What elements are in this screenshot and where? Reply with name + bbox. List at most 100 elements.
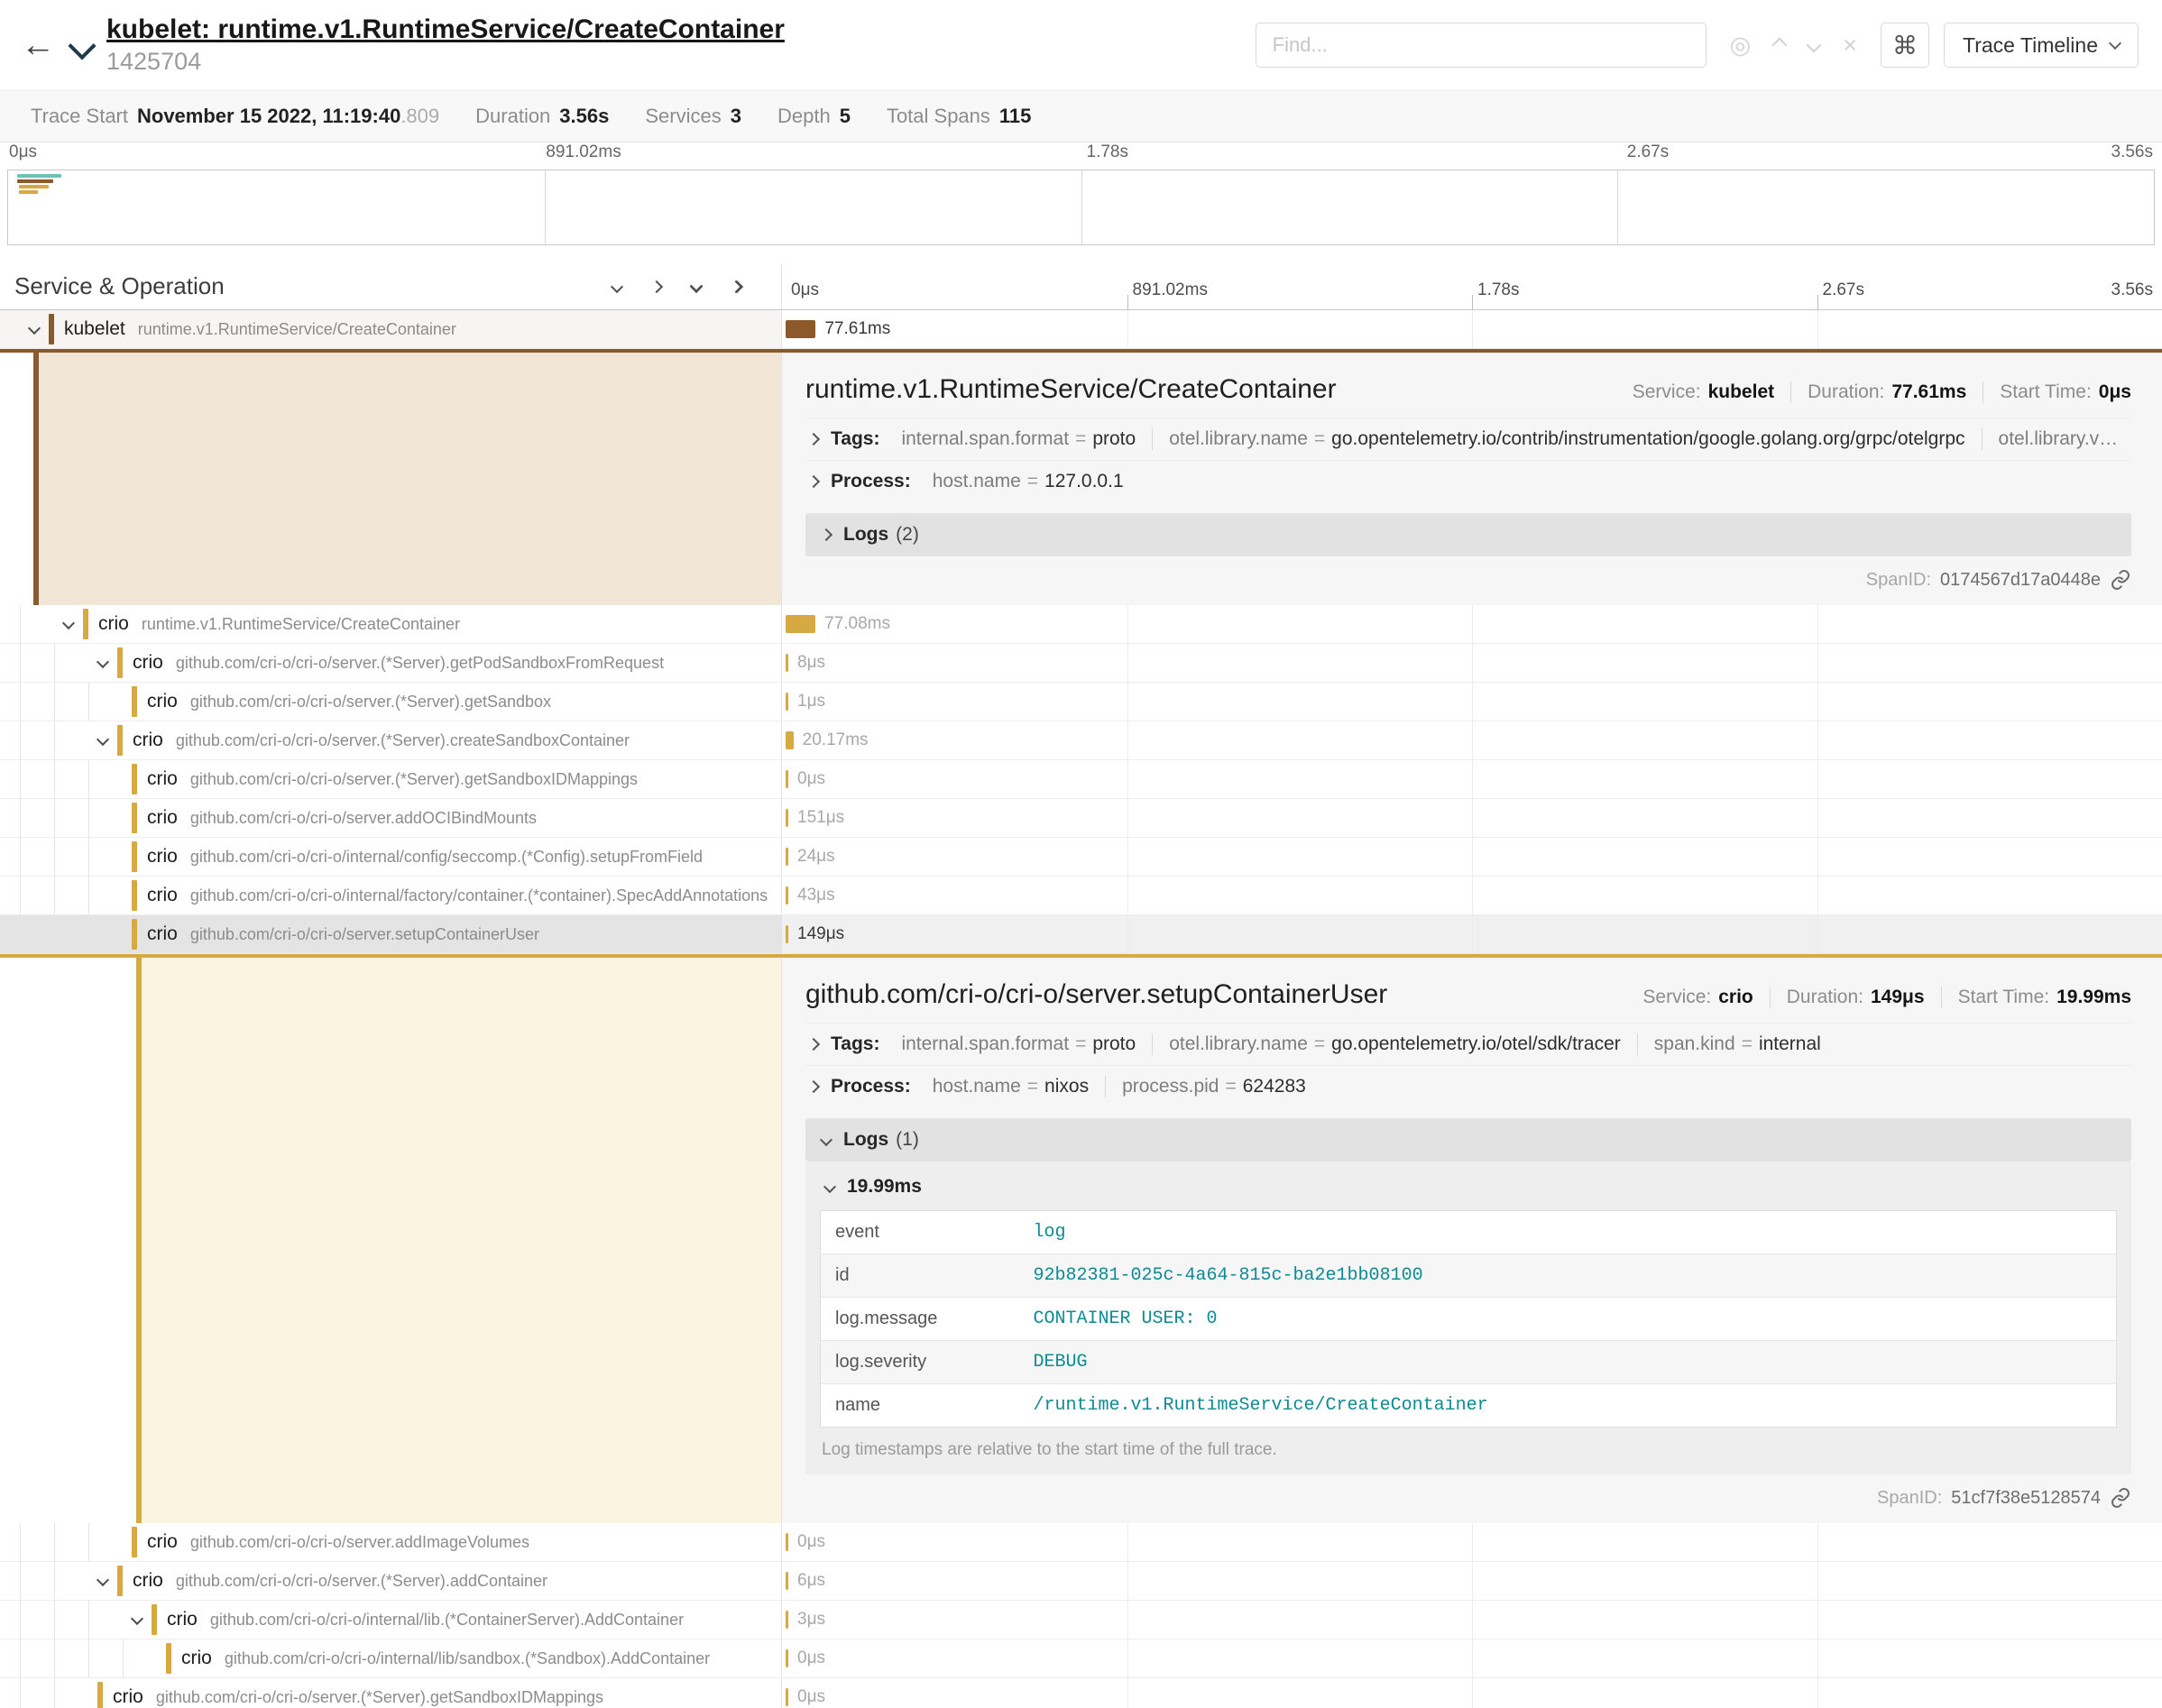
expand-chevron[interactable] [20, 321, 49, 337]
span-duration-label: 151μs [797, 808, 844, 828]
operation-name: runtime.v1.RuntimeService/CreateContaine… [142, 615, 460, 634]
log-field-key: log.message [821, 1298, 1019, 1341]
span-name-cell[interactable]: criogithub.com/cri-o/cri-o/server.(*Serv… [0, 760, 782, 798]
prev-result-icon[interactable] [1772, 38, 1788, 53]
equals-sign: = [1027, 471, 1038, 491]
view-selector-button[interactable]: Trace Timeline [1944, 23, 2139, 68]
span-timeline-cell[interactable]: 3μs [782, 1601, 2162, 1639]
expand-chevron[interactable] [54, 616, 83, 632]
detail-meta-item: Service:kubelet [1633, 381, 1774, 403]
span-timeline-cell[interactable]: 20.17ms [782, 721, 2162, 759]
minimap-tick: 891.02ms [546, 142, 621, 162]
collapse-all-icon[interactable] [692, 281, 701, 291]
expand-all-icon[interactable] [731, 282, 741, 291]
expand-one-icon[interactable] [650, 280, 663, 292]
logs-section-header[interactable]: Logs(2) [805, 513, 2131, 556]
process-row[interactable]: Process:host.name=nixosprocess.pid=62428… [805, 1065, 2131, 1107]
process-row[interactable]: Process:host.name=127.0.0.1 [805, 460, 2131, 502]
log-entry-header[interactable]: 19.99ms [820, 1163, 2117, 1210]
chevron-right-icon [820, 528, 833, 541]
tags-row[interactable]: Tags:internal.span.format=protootel.libr… [805, 1023, 2131, 1065]
log-field-row: id92b82381-025c-4a64-815c-ba2e1bb08100 [821, 1254, 2117, 1298]
span-name-cell[interactable]: criogithub.com/cri-o/cri-o/server.(*Serv… [0, 683, 782, 721]
service-color-bar [117, 647, 123, 678]
span-timeline-cell[interactable]: 43μs [782, 877, 2162, 914]
span-name-cell[interactable]: criogithub.com/cri-o/cri-o/server.setupC… [0, 915, 782, 953]
operation-name: github.com/cri-o/cri-o/server.(*Server).… [176, 1572, 547, 1591]
tags-row[interactable]: Tags:internal.span.format=protootel.libr… [805, 418, 2131, 460]
span-duration-bar[interactable] [786, 886, 788, 905]
span-timeline-cell[interactable]: 0μs [782, 1523, 2162, 1561]
span-timeline-cell[interactable]: 8μs [782, 644, 2162, 682]
find-input[interactable] [1256, 23, 1707, 68]
span-duration-bar[interactable] [786, 809, 788, 827]
span-duration-bar[interactable] [786, 693, 788, 711]
chevron-down-icon [97, 733, 109, 746]
span-id-label: SpanID: [1877, 1488, 1942, 1509]
timeline-gridline [1472, 721, 1473, 759]
span-duration-bar[interactable] [786, 848, 788, 866]
span-duration-label: 0μs [797, 1648, 825, 1668]
expand-chevron[interactable] [88, 655, 117, 671]
expand-chevron[interactable] [88, 732, 117, 748]
span-timeline-cell[interactable]: 77.61ms [782, 310, 2162, 348]
span-duration-bar[interactable] [786, 615, 815, 633]
next-result-icon[interactable] [1807, 38, 1822, 53]
span-name-cell[interactable]: criogithub.com/cri-o/cri-o/internal/lib/… [0, 1639, 782, 1677]
operation-name: github.com/cri-o/cri-o/server.setupConta… [190, 925, 539, 944]
minimap-canvas[interactable] [7, 170, 2155, 245]
span-name-cell[interactable]: criogithub.com/cri-o/cri-o/internal/conf… [0, 838, 782, 876]
span-name-cell[interactable]: criogithub.com/cri-o/cri-o/server.(*Serv… [0, 1678, 782, 1708]
span-timeline-cell[interactable]: 6μs [782, 1562, 2162, 1600]
span-duration-bar[interactable] [786, 1533, 788, 1551]
span-name-cell[interactable]: crioruntime.v1.RuntimeService/CreateCont… [0, 605, 782, 643]
span-name-cell[interactable]: criogithub.com/cri-o/cri-o/server.(*Serv… [0, 1562, 782, 1600]
indent-guide [54, 877, 88, 914]
divider [1982, 428, 1983, 450]
summary-trace-start: Trace StartNovember 15 2022, 11:19:40.80… [13, 105, 457, 128]
span-duration-bar[interactable] [786, 1649, 788, 1667]
span-timeline-cell[interactable]: 1μs [782, 683, 2162, 721]
logs-section-header[interactable]: Logs(1) [805, 1118, 2131, 1162]
span-duration-bar[interactable] [786, 1688, 788, 1706]
trace-title[interactable]: kubelet: runtime.v1.RuntimeService/Creat… [106, 14, 785, 46]
span-name-cell[interactable]: criogithub.com/cri-o/cri-o/internal/fact… [0, 877, 782, 914]
indent-guide [20, 838, 54, 876]
span-timeline-cell[interactable]: 77.08ms [782, 605, 2162, 643]
span-timeline-cell[interactable]: 149μs [782, 915, 2162, 953]
span-link-icon[interactable] [2110, 569, 2131, 591]
trace-minimap[interactable]: 0μs 891.02ms 1.78s 2.67s 3.56s [0, 142, 2162, 249]
span-duration-bar[interactable] [786, 1572, 788, 1590]
span-duration-bar[interactable] [786, 1611, 788, 1629]
span-timeline-cell[interactable]: 24μs [782, 838, 2162, 876]
span-link-icon[interactable] [2110, 1487, 2131, 1509]
collapse-one-icon[interactable] [611, 280, 623, 292]
service-color-bar [132, 803, 137, 833]
back-button[interactable]: ← [13, 20, 63, 70]
span-duration-bar[interactable] [786, 320, 815, 338]
span-duration-bar[interactable] [786, 654, 788, 672]
service-color-bar [132, 880, 137, 911]
expand-chevron[interactable] [123, 1612, 152, 1628]
span-timeline-cell[interactable]: 0μs [782, 1678, 2162, 1708]
span-name-cell[interactable]: criogithub.com/cri-o/cri-o/internal/lib.… [0, 1601, 782, 1639]
span-duration-bar[interactable] [786, 925, 788, 943]
divider [1790, 381, 1791, 403]
keyboard-shortcuts-button[interactable]: ⌘ [1881, 23, 1929, 68]
summary-label: Duration [475, 105, 550, 127]
span-duration-bar[interactable] [786, 731, 794, 749]
span-timeline-cell[interactable]: 0μs [782, 1639, 2162, 1677]
expand-chevron[interactable] [88, 1573, 117, 1589]
span-duration-bar[interactable] [786, 770, 788, 788]
span-name-cell[interactable]: criogithub.com/cri-o/cri-o/server.addIma… [0, 1523, 782, 1561]
span-name-cell[interactable]: kubeletruntime.v1.RuntimeService/CreateC… [0, 310, 782, 348]
span-name-cell[interactable]: criogithub.com/cri-o/cri-o/server.(*Serv… [0, 721, 782, 759]
span-timeline-cell[interactable]: 0μs [782, 760, 2162, 798]
span-name-cell[interactable]: criogithub.com/cri-o/cri-o/server.addOCI… [0, 799, 782, 837]
span-timeline-cell[interactable]: 151μs [782, 799, 2162, 837]
span-duration-label: 0μs [797, 1687, 825, 1707]
span-name-cell[interactable]: criogithub.com/cri-o/cri-o/server.(*Serv… [0, 644, 782, 682]
locate-span-icon[interactable]: ◎ [1730, 33, 1752, 58]
clear-find-icon[interactable]: × [1843, 33, 1857, 58]
collapse-header-chevron-icon[interactable] [68, 32, 96, 60]
